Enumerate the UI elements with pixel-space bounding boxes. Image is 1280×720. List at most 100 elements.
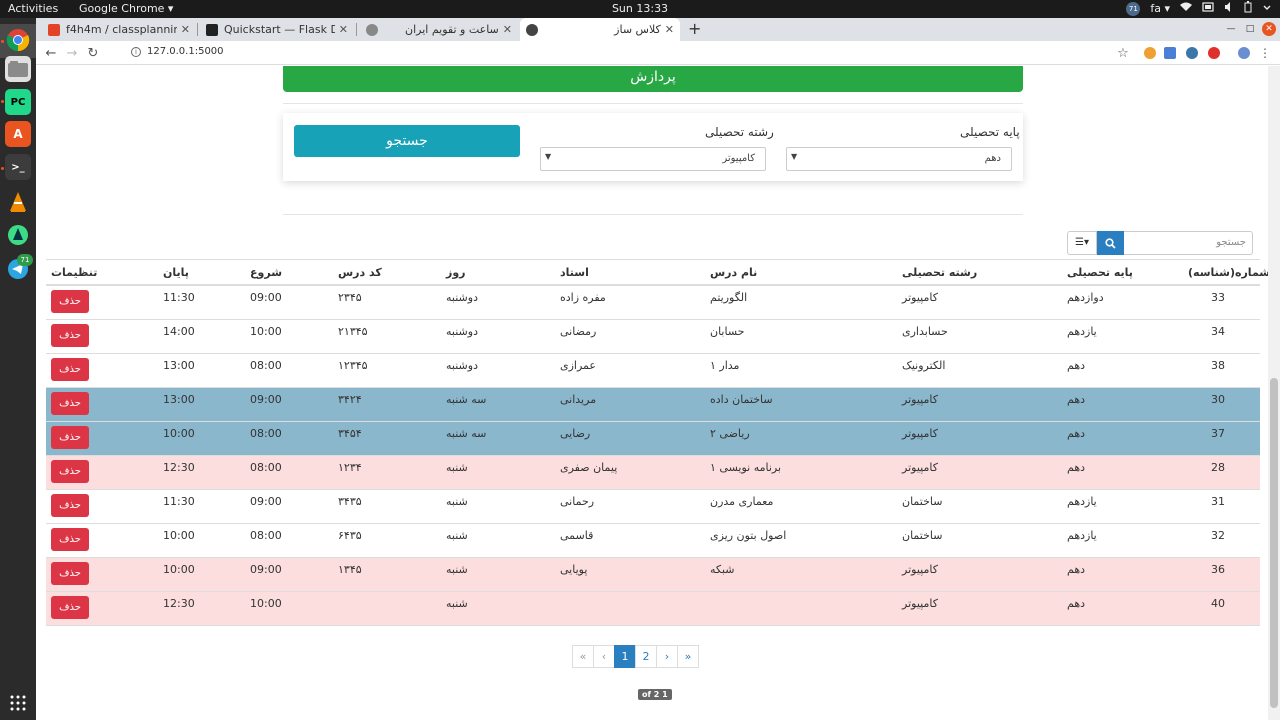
site-info-icon[interactable]: i bbox=[131, 47, 141, 57]
table-row[interactable]: 36 دهم کامپیوتر شبکه پویایی شنبه ۱۳۴۵ 09:00 10:0… bbox=[46, 558, 1260, 592]
delete-button[interactable]: حذف bbox=[51, 562, 89, 585]
grade-select[interactable]: دهم ▼ bbox=[786, 147, 1012, 171]
delete-button[interactable]: حذف bbox=[51, 324, 89, 347]
close-tab-icon[interactable]: ✕ bbox=[181, 23, 190, 36]
bookmark-star-icon[interactable]: ☆ bbox=[1114, 44, 1132, 62]
forward-icon[interactable]: → bbox=[63, 44, 81, 62]
header-field[interactable]: رشته تحصیلی bbox=[902, 260, 977, 284]
header-grade[interactable]: پایه تحصیلی bbox=[1067, 260, 1133, 284]
browser-menu-icon[interactable]: ⋮ bbox=[1256, 44, 1274, 62]
header-teacher[interactable]: استاد bbox=[560, 260, 589, 284]
app-menu[interactable]: Google Chrome ▾ bbox=[79, 2, 173, 15]
extension-icon[interactable] bbox=[1144, 47, 1156, 59]
close-tab-icon[interactable]: ✕ bbox=[339, 23, 348, 36]
software-center-icon[interactable]: A bbox=[5, 121, 31, 147]
translate-extension-icon[interactable] bbox=[1164, 47, 1176, 59]
search-button[interactable]: جستجو bbox=[294, 125, 520, 157]
cell-id: 30 bbox=[1211, 393, 1225, 406]
vlc-icon[interactable] bbox=[5, 189, 31, 215]
table-row[interactable]: 40 دهم کامپیوتر شنبه 10:00 12:30 حذف bbox=[46, 592, 1260, 626]
back-icon[interactable]: ← bbox=[42, 44, 60, 62]
prev-page-button[interactable]: ‹ bbox=[593, 645, 615, 668]
battery-icon[interactable] bbox=[1244, 1, 1252, 16]
pycharm-icon[interactable]: PC bbox=[5, 89, 31, 115]
table-row[interactable]: 30 دهم کامپیوتر ساختمان داده مریدانی سه شنبه ۳… bbox=[46, 388, 1260, 422]
maximize-window-icon[interactable]: □ bbox=[1243, 22, 1257, 36]
minimize-window-icon[interactable]: — bbox=[1224, 22, 1238, 36]
address-bar[interactable]: i 127.0.0.1:5000 bbox=[131, 46, 224, 57]
tab-separator bbox=[356, 23, 357, 36]
cell-field: ساختمان bbox=[902, 529, 943, 542]
table-row[interactable]: 28 دهم کامپیوتر برنامه نویسی ۱ پیمان صفری شنب… bbox=[46, 456, 1260, 490]
tab-flask-docs[interactable]: Quickstart — Flask Docu ✕ bbox=[200, 18, 354, 41]
process-button[interactable]: پردازش bbox=[283, 66, 1023, 92]
delete-button[interactable]: حذف bbox=[51, 290, 89, 313]
tab-iran-calendar[interactable]: ساعت و تقویم ایران ✕ bbox=[360, 18, 518, 41]
page-2-button[interactable]: 2 bbox=[635, 645, 657, 668]
table-search-button[interactable] bbox=[1097, 231, 1124, 255]
table-row[interactable]: 38 دهم الکترونیک مدار ۱ عمرازی دوشنبه ۱۲۳۴۵ 08:… bbox=[46, 354, 1260, 388]
adblock-extension-icon[interactable] bbox=[1208, 47, 1220, 59]
clock[interactable]: Sun 13:33 bbox=[612, 2, 668, 15]
header-lesson[interactable]: نام درس bbox=[710, 260, 757, 284]
power-menu-icon[interactable] bbox=[1262, 2, 1272, 15]
delete-button[interactable]: حذف bbox=[51, 358, 89, 381]
close-tab-icon[interactable]: ✕ bbox=[665, 23, 674, 36]
cell-lesson: برنامه نویسی ۱ bbox=[710, 461, 782, 474]
network-icon[interactable] bbox=[1202, 2, 1214, 15]
delete-button[interactable]: حذف bbox=[51, 392, 89, 415]
cell-teacher: پویایی bbox=[560, 563, 588, 576]
header-day[interactable]: روز bbox=[446, 260, 466, 284]
table-row[interactable]: 31 یازدهم ساختمان معماری مدرن رحمانی شنبه ۳۴۳۵… bbox=[46, 490, 1260, 524]
cell-id: 34 bbox=[1211, 325, 1225, 338]
language-indicator[interactable]: fa ▾ bbox=[1150, 2, 1170, 15]
volume-icon[interactable] bbox=[1224, 2, 1234, 15]
delete-button[interactable]: حذف bbox=[51, 494, 89, 517]
tab-class-planner[interactable]: کلاس ساز ✕ bbox=[520, 18, 680, 41]
android-studio-icon[interactable] bbox=[5, 222, 31, 248]
delete-button[interactable]: حذف bbox=[51, 426, 89, 449]
header-code[interactable]: کد درس bbox=[338, 260, 382, 284]
next-page-button[interactable]: › bbox=[656, 645, 678, 668]
new-tab-button[interactable]: + bbox=[688, 19, 701, 38]
cell-day: دوشنبه bbox=[446, 325, 478, 338]
activities-button[interactable]: Activities bbox=[8, 2, 58, 15]
tab-title: ساعت و تقویم ایران bbox=[405, 23, 499, 36]
delete-button[interactable]: حذف bbox=[51, 528, 89, 551]
tab-github[interactable]: f4h4m / classplanning · G ✕ bbox=[42, 18, 196, 41]
cell-field: کامپیوتر bbox=[902, 563, 938, 576]
terminal-icon[interactable]: >_ bbox=[5, 154, 31, 180]
scrollbar-thumb[interactable] bbox=[1270, 378, 1278, 708]
divider bbox=[283, 103, 1023, 104]
tray-notification-badge[interactable]: 71 bbox=[1126, 1, 1141, 16]
table-row[interactable]: 34 یازدهم حسابداری حسابان رمضانی دوشنبه ۲۱۳۴۵ 1… bbox=[46, 320, 1260, 354]
close-window-icon[interactable]: ✕ bbox=[1262, 22, 1276, 36]
wifi-icon[interactable] bbox=[1180, 2, 1192, 15]
delete-button[interactable]: حذف bbox=[51, 460, 89, 483]
close-tab-icon[interactable]: ✕ bbox=[503, 23, 512, 36]
files-icon[interactable] bbox=[5, 56, 31, 82]
python-extension-icon[interactable] bbox=[1186, 47, 1198, 59]
reload-icon[interactable]: ↻ bbox=[84, 44, 102, 62]
pagination: « ‹ 1 2 › » bbox=[572, 645, 699, 668]
cell-end: 10:00 bbox=[163, 563, 195, 576]
last-page-button[interactable]: » bbox=[677, 645, 699, 668]
table-search-input[interactable]: جستجو bbox=[1124, 231, 1253, 255]
header-end[interactable]: پایان bbox=[163, 260, 189, 284]
table-body: 33 دوازدهم کامپیوتر الگوریتم مفره زاده دوشنبه… bbox=[46, 286, 1260, 626]
first-page-button[interactable]: « bbox=[572, 645, 594, 668]
page-1-button[interactable]: 1 bbox=[614, 645, 636, 668]
delete-button[interactable]: حذف bbox=[51, 596, 89, 619]
profile-avatar-icon[interactable] bbox=[1238, 47, 1250, 59]
header-id[interactable]: شماره(شناسه) bbox=[1188, 260, 1268, 284]
table-row[interactable]: 37 دهم کامپیوتر ریاضی ۲ رضایی سه شنبه ۳۴۵۴ 08:0… bbox=[46, 422, 1260, 456]
cell-field: حسابداری bbox=[902, 325, 948, 338]
table-row[interactable]: 33 دوازدهم کامپیوتر الگوریتم مفره زاده دوشنبه… bbox=[46, 286, 1260, 320]
columns-toggle-button[interactable]: ☰▾ bbox=[1067, 231, 1097, 255]
table-row[interactable]: 32 یازدهم ساختمان اصول بتون ریزی قاسمی شنبه ۶۴… bbox=[46, 524, 1260, 558]
chrome-icon[interactable] bbox=[5, 27, 31, 53]
show-applications-icon[interactable] bbox=[5, 690, 31, 716]
header-start[interactable]: شروع bbox=[250, 260, 282, 284]
page-scrollbar[interactable] bbox=[1268, 66, 1280, 720]
field-select[interactable]: کامپیوتر ▼ bbox=[540, 147, 766, 171]
